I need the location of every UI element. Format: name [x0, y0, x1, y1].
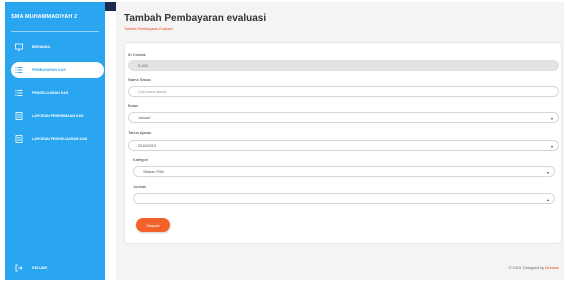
id-field: E-004: [128, 60, 559, 71]
logout-icon: [14, 264, 23, 273]
jumlah-select[interactable]: ▴: [133, 193, 555, 204]
tahun-label: Tahun Ajaran: [128, 130, 152, 135]
sidebar-item-pengeluaran-kas[interactable]: PENGELUARAN KAS: [11, 85, 104, 101]
bulan-label: Bulan: [128, 103, 139, 108]
nama-placeholder: Cari nama siswa: [138, 89, 167, 94]
sidebar-item-label: LAPORAN PENGELUARAN KAS: [32, 137, 88, 141]
footer: © 2019. Designed by Muhtam: [509, 266, 559, 270]
kategori-value: Silakan Pilih: [143, 169, 164, 174]
page-subtitle: Tambah Pembayaran Evaluasi: [124, 27, 173, 31]
chevron-down-icon: ▾: [546, 170, 549, 175]
bulan-value: Januari: [138, 115, 151, 120]
page-title: Tambah Pembayaran evaluasi: [124, 13, 267, 24]
sidebar-item-keluar[interactable]: KELUAR: [11, 260, 104, 276]
sidebar-item-label: LAPORAN PENERIMAAN KAS: [32, 114, 84, 118]
tahun-value: 2018/2019: [138, 143, 156, 148]
kategori-select[interactable]: Silakan Pilih ▾: [133, 166, 555, 177]
bulan-select[interactable]: Januari ▾: [128, 112, 559, 123]
id-label: ID Kontak: [128, 52, 146, 57]
document-icon: [14, 112, 23, 121]
nama-label: Nama Siswa: [128, 77, 151, 82]
tahun-ajaran-select[interactable]: 2018/2019 ▾: [128, 140, 559, 151]
sidebar-item-beranda[interactable]: BERANDA: [11, 39, 104, 55]
footer-text: © 2019. Designed by: [508, 266, 545, 270]
chevron-down-icon: ▾: [550, 144, 553, 149]
sidebar-item-laporan-pengeluaran-kas[interactable]: LAPORAN PENGELUARAN KAS: [11, 131, 104, 147]
id-value: E-004: [138, 63, 149, 68]
sidebar-title: SMA MUHAMMADIYAH 2: [11, 14, 78, 20]
chevron-down-icon: ▴: [546, 197, 549, 202]
document-icon: [14, 135, 23, 144]
sidebar-item-label: KELUAR: [32, 266, 47, 270]
header-strip: [105, 2, 116, 11]
footer-brand-link[interactable]: Muhtam: [545, 266, 559, 270]
main-content: Tambah Pembayaran evaluasi Tambah Pembay…: [116, 2, 564, 280]
sidebar-divider: [11, 31, 99, 32]
simpan-button[interactable]: Simpan: [136, 218, 170, 232]
form-card: ID Kontak E-004 Nama Siswa Cari nama sis…: [124, 42, 562, 244]
sidebar-item-label: PENGELUARAN KAS: [32, 91, 69, 95]
list-icon: [14, 89, 23, 98]
sidebar: SMA MUHAMMADIYAH 2 BERANDA PEMBAYARAN KA…: [5, 2, 105, 280]
sidebar-item-label: PEMBAYARAN KAS: [32, 68, 66, 72]
sidebar-item-label: BERANDA: [32, 45, 50, 49]
nama-siswa-input[interactable]: Cari nama siswa: [128, 86, 559, 97]
kategori-label: Kategori: [133, 157, 148, 162]
list-icon: [14, 66, 23, 75]
chevron-down-icon: ▾: [550, 116, 553, 121]
sidebar-item-pembayaran-kas[interactable]: PEMBAYARAN KAS: [11, 62, 104, 78]
jumlah-label: Jumlah: [133, 184, 146, 189]
monitor-icon: [14, 43, 23, 52]
sidebar-item-laporan-penerimaan-kas[interactable]: LAPORAN PENERIMAAN KAS: [11, 108, 104, 124]
